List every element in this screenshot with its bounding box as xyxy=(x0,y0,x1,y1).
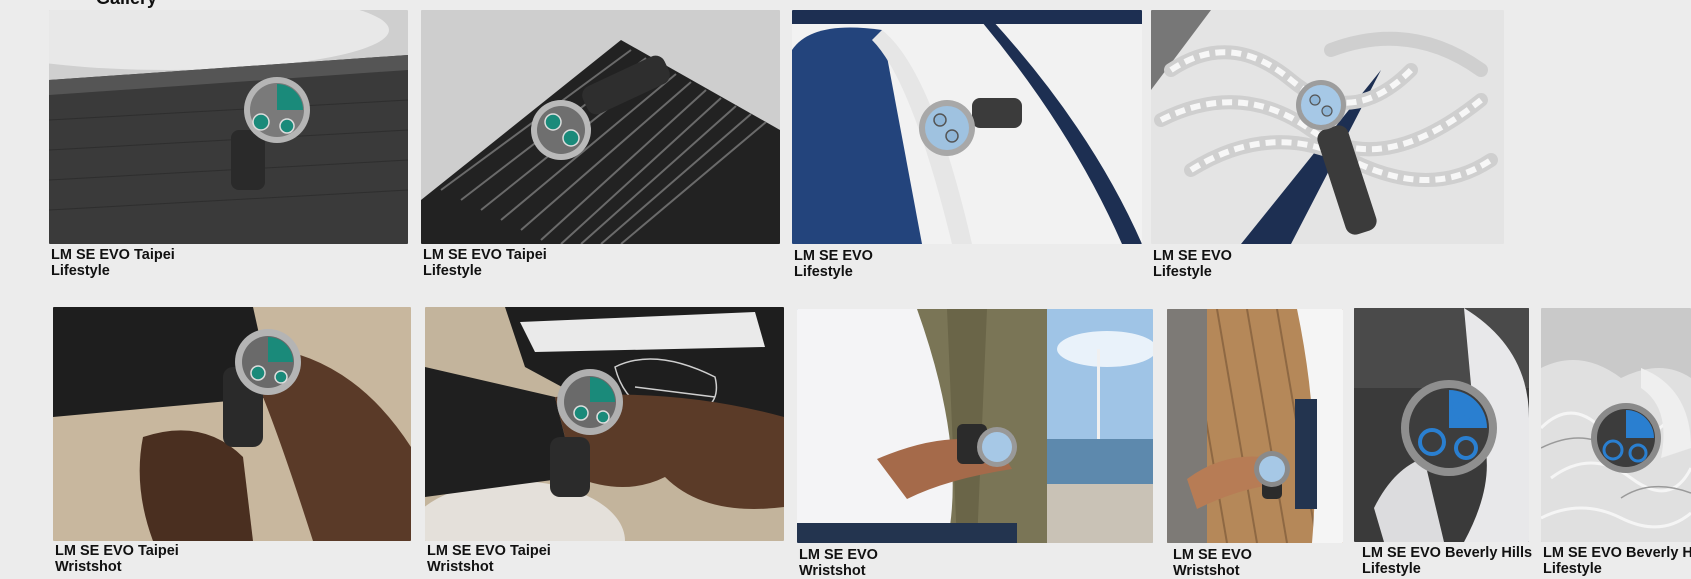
gallery-caption: LM SE EVO Taipei Lifestyle xyxy=(51,247,175,279)
gallery-item-category: Lifestyle xyxy=(51,263,110,279)
gallery-caption: LM SE EVO Taipei Wristshot xyxy=(427,543,551,575)
gallery-thumbnail[interactable] xyxy=(425,307,784,541)
gallery-item-category: Lifestyle xyxy=(794,264,853,280)
gallery-caption: LM SE EVO Beverly Hills Lifestyle xyxy=(1543,545,1691,577)
gallery-item-title: LM SE EVO xyxy=(799,547,878,563)
gallery-thumbnail[interactable] xyxy=(53,307,411,541)
gallery-caption: LM SE EVO Wristshot xyxy=(799,547,878,579)
gallery-item-title: LM SE EVO Taipei xyxy=(51,247,175,263)
gallery-heading: Gallery xyxy=(96,0,157,9)
gallery-item[interactable]: LM SE EVO Taipei Wristshot xyxy=(425,307,785,577)
gallery-thumbnail[interactable] xyxy=(792,10,1142,244)
gallery-caption: LM SE EVO Beverly Hills Lifestyle xyxy=(1362,545,1532,577)
gallery-thumbnail[interactable] xyxy=(1541,308,1691,542)
gallery-item[interactable]: LM SE EVO Wristshot xyxy=(797,309,1154,579)
gallery-item-title: LM SE EVO Taipei xyxy=(427,543,551,559)
gallery-thumbnail[interactable] xyxy=(49,10,408,244)
gallery-item-title: LM SE EVO Beverly Hills xyxy=(1362,545,1533,561)
gallery-caption: LM SE EVO Taipei Lifestyle xyxy=(423,247,547,279)
gallery-item-title: LM SE EVO xyxy=(1173,547,1252,563)
gallery-item-title: LM SE EVO Taipei xyxy=(423,247,547,263)
gallery-item[interactable]: LM SE EVO Lifestyle xyxy=(792,10,1144,285)
gallery-item-category: Lifestyle xyxy=(1362,561,1421,577)
gallery-item[interactable]: LM SE EVO Lifestyle xyxy=(1151,10,1506,285)
gallery-thumbnail[interactable] xyxy=(1354,308,1529,542)
gallery-thumbnail[interactable] xyxy=(1151,10,1504,244)
gallery-item-category: Wristshot xyxy=(427,559,494,575)
gallery-item[interactable]: LM SE EVO Taipei Lifestyle xyxy=(421,10,781,285)
gallery-item-title: LM SE EVO Taipei xyxy=(55,543,179,559)
gallery-caption: LM SE EVO Wristshot xyxy=(1173,547,1252,579)
gallery-item[interactable]: LM SE EVO Taipei Wristshot xyxy=(53,307,413,577)
gallery-item[interactable]: LM SE EVO Wristshot xyxy=(1167,309,1345,579)
gallery-thumbnail[interactable] xyxy=(421,10,780,244)
gallery-thumbnail[interactable] xyxy=(797,309,1153,543)
gallery-item[interactable]: LM SE EVO Beverly Hills Lifestyle xyxy=(1354,308,1532,577)
gallery-item[interactable]: LM SE EVO Taipei Lifestyle xyxy=(49,10,409,285)
gallery-item[interactable]: LM SE EVO Beverly Hills Lifestyle xyxy=(1541,308,1691,577)
gallery-caption: LM SE EVO Taipei Wristshot xyxy=(55,543,179,575)
gallery-thumbnail[interactable] xyxy=(1167,309,1343,543)
gallery-item-category: Wristshot xyxy=(55,559,122,575)
gallery-item-title: LM SE EVO xyxy=(794,248,873,264)
gallery-item-category: Lifestyle xyxy=(1543,561,1602,577)
gallery-item-title: LM SE EVO Beverly Hills xyxy=(1543,545,1691,561)
gallery-caption: LM SE EVO Lifestyle xyxy=(794,248,873,280)
gallery-item-title: LM SE EVO xyxy=(1153,248,1232,264)
gallery-item-category: Lifestyle xyxy=(1153,264,1212,280)
gallery-caption: LM SE EVO Lifestyle xyxy=(1153,248,1232,280)
gallery-item-category: Lifestyle xyxy=(423,263,482,279)
